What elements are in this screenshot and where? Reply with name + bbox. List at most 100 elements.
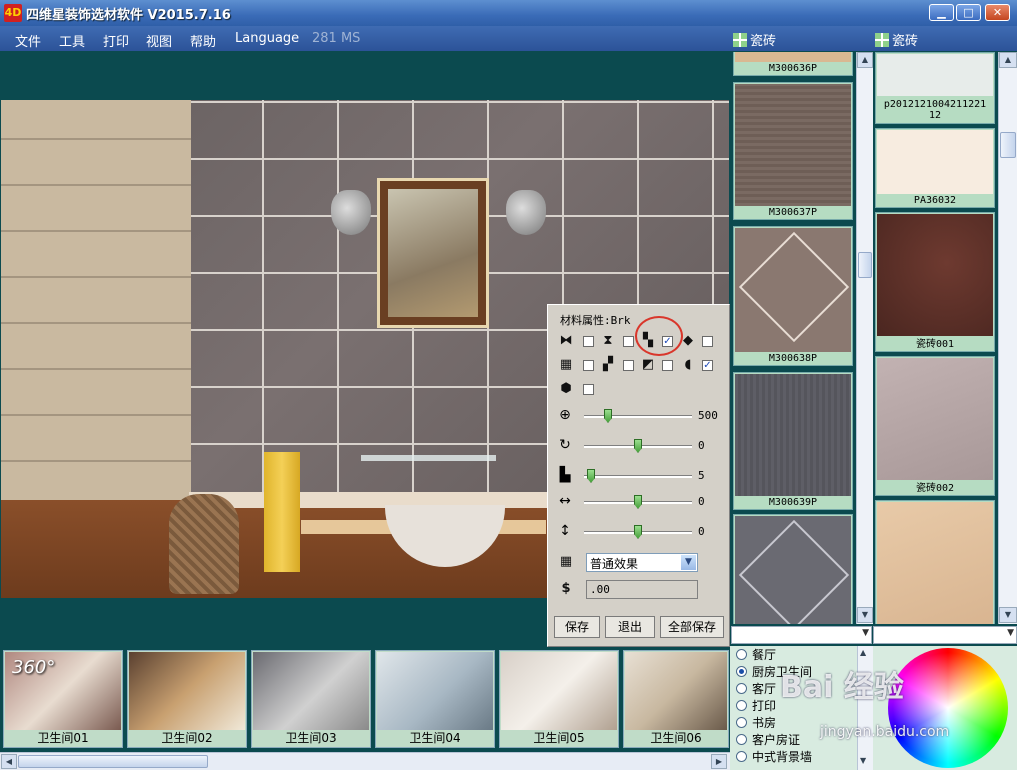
- scrollbar-thumb[interactable]: [1000, 132, 1016, 158]
- tile-card[interactable]: M300639P: [733, 372, 853, 510]
- mirror-vertical-icon: ⧗: [603, 333, 613, 348]
- room-category-option[interactable]: 客户房证: [736, 731, 800, 748]
- menu-bar: 文件 工具 打印 视图 帮助 Language 281 MS 瓷砖 瓷砖: [0, 26, 1017, 51]
- tile-card[interactable]: PA36032: [875, 128, 995, 208]
- tile-card[interactable]: [733, 514, 853, 624]
- zoom-slider-thumb[interactable]: [604, 409, 612, 423]
- tile-card[interactable]: p2012121004211221 12: [875, 52, 995, 124]
- tile-card[interactable]: M300636P: [733, 52, 853, 76]
- tile-card[interactable]: [875, 500, 995, 624]
- room-category-option[interactable]: 客厅: [736, 680, 776, 697]
- radio-button[interactable]: [736, 683, 747, 694]
- diamond-layout-checkbox[interactable]: [702, 336, 713, 347]
- room-category-option[interactable]: 中式背景墙: [736, 748, 812, 765]
- close-button[interactable]: ✕: [985, 4, 1010, 21]
- tile-card[interactable]: M300637P: [733, 82, 853, 220]
- radio-button[interactable]: [736, 717, 747, 728]
- chevron-down-icon[interactable]: ▼: [862, 628, 869, 638]
- radio-button[interactable]: [736, 666, 747, 677]
- save-all-button[interactable]: 全部保存: [660, 616, 724, 638]
- tile-card[interactable]: 瓷砖001: [875, 212, 995, 352]
- scroll-up-icon[interactable]: ▲: [999, 52, 1017, 68]
- scrollbar-thumb[interactable]: [18, 755, 208, 768]
- gradient-icon: ◩: [641, 357, 655, 372]
- exit-button[interactable]: 退出: [605, 616, 655, 638]
- stagger-pattern-checkbox[interactable]: [623, 360, 634, 371]
- tile-tab-left[interactable]: 瓷砖: [733, 30, 776, 49]
- radio-button[interactable]: [736, 700, 747, 711]
- room-card[interactable]: 卫生间05: [499, 650, 619, 748]
- tile-list-left-scrollbar[interactable]: ▲ ▼: [856, 52, 873, 624]
- tile-name: M300637P: [768, 207, 818, 218]
- minimize-button[interactable]: ▁: [929, 4, 954, 21]
- maximize-button[interactable]: □: [956, 4, 981, 21]
- scroll-up-icon[interactable]: ▲: [857, 52, 873, 68]
- room-label: 卫生间03: [285, 731, 337, 745]
- highlight-circle: [635, 316, 683, 356]
- scroll-left-icon[interactable]: ◀: [1, 754, 17, 769]
- grout-slider-track[interactable]: [584, 475, 692, 478]
- scroll-down-icon[interactable]: ▼: [857, 607, 873, 623]
- grid-pattern-checkbox[interactable]: [583, 360, 594, 371]
- radio-button[interactable]: [736, 751, 747, 762]
- scroll-down-icon[interactable]: ▼: [999, 607, 1017, 623]
- room-category-option[interactable]: 打印: [736, 697, 776, 714]
- gradient-checkbox[interactable]: [662, 360, 673, 371]
- room-card[interactable]: 卫生间02: [127, 650, 247, 748]
- scroll-down-icon[interactable]: ▼: [860, 756, 866, 765]
- texture-options-row-2: ▦ ▞ ◩ ◖ ✓: [558, 357, 723, 377]
- offset-x-slider-thumb[interactable]: [634, 495, 642, 509]
- offset-y-slider-thumb[interactable]: [634, 525, 642, 539]
- tile-list-right-scrollbar[interactable]: ▲ ▼: [998, 52, 1017, 624]
- scroll-right-icon[interactable]: ▶: [711, 754, 727, 769]
- chevron-down-icon[interactable]: ▼: [681, 555, 696, 570]
- mirror-vertical-checkbox[interactable]: [623, 336, 634, 347]
- rotate-slider-thumb[interactable]: [634, 439, 642, 453]
- radio-button[interactable]: [736, 649, 747, 660]
- room-category-label: 餐厅: [752, 648, 777, 662]
- grout-slider-thumb[interactable]: [587, 469, 595, 483]
- chevron-down-icon[interactable]: ▼: [1007, 628, 1014, 638]
- room-card[interactable]: 卫生间06: [623, 650, 729, 748]
- bevel-edge-checkbox[interactable]: ✓: [702, 360, 713, 371]
- tile-grid-icon: [875, 33, 889, 47]
- category-dropdown-left[interactable]: ▼: [731, 626, 872, 644]
- menu-file[interactable]: 文件: [15, 31, 41, 50]
- bevel-edge-icon: ◖: [684, 357, 692, 372]
- tile-tab-right-label: 瓷砖: [892, 34, 919, 49]
- color-wheel[interactable]: [888, 648, 1008, 768]
- menu-print[interactable]: 打印: [103, 31, 129, 50]
- room-card[interactable]: 卫生间03: [251, 650, 371, 748]
- tile-tab-right[interactable]: 瓷砖: [875, 30, 918, 49]
- menu-view[interactable]: 视图: [146, 31, 172, 50]
- room-card[interactable]: 卫生间04: [375, 650, 495, 748]
- menu-tools[interactable]: 工具: [59, 31, 85, 50]
- diamond-pattern: [738, 519, 850, 624]
- effect-grid-icon: ▦: [559, 554, 573, 569]
- save-button[interactable]: 保存: [554, 616, 600, 638]
- mirror-horizontal-checkbox[interactable]: [583, 336, 594, 347]
- menu-language[interactable]: Language: [235, 31, 299, 46]
- room-preview-image: [501, 652, 617, 730]
- room-strip-scrollbar[interactable]: ◀ ▶: [0, 752, 730, 770]
- zoom-slider-track[interactable]: [584, 415, 692, 418]
- room-preview-image: [377, 652, 493, 730]
- menu-help[interactable]: 帮助: [190, 31, 216, 50]
- room-category-option[interactable]: 书房: [736, 714, 776, 731]
- room-card[interactable]: 360° 卫生间01: [3, 650, 123, 748]
- tile-grid-icon: [733, 33, 747, 47]
- price-field[interactable]: .00: [586, 580, 698, 599]
- tile-card[interactable]: 瓷砖002: [875, 356, 995, 496]
- radio-button[interactable]: [736, 734, 747, 745]
- effect-select[interactable]: 普通效果 ▼: [586, 553, 698, 572]
- category-dropdown-right[interactable]: ▼: [873, 626, 1017, 644]
- room-category-option[interactable]: 餐厅: [736, 646, 776, 663]
- tile-swatch: [735, 374, 851, 496]
- scroll-up-icon[interactable]: ▲: [860, 648, 866, 657]
- tile-card[interactable]: M300638P: [733, 226, 853, 366]
- wall-lamp-left: [331, 190, 371, 235]
- scrollbar-thumb[interactable]: [858, 252, 872, 278]
- offset-x-value: 0: [698, 495, 705, 508]
- hexagon-layout-checkbox[interactable]: [583, 384, 594, 395]
- room-label: 卫生间04: [409, 731, 461, 745]
